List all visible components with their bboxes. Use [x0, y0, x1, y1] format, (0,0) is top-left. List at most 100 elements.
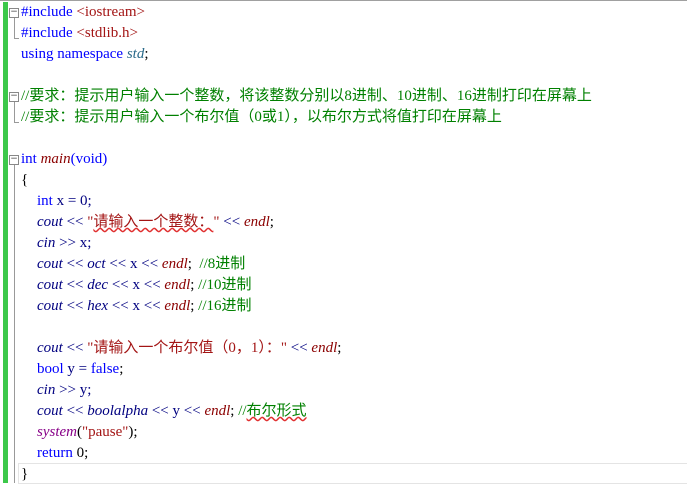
fold-collapse-icon[interactable]: − [9, 92, 19, 102]
code-token: cout [37, 256, 63, 272]
code-line[interactable]: cout << dec << x << endl; //10进制 [0, 275, 687, 296]
code-token: << [62, 214, 88, 230]
code-token: endl [204, 403, 231, 419]
code-token: << [62, 256, 88, 272]
code-line[interactable]: system("pause"); [0, 422, 687, 443]
code-text: { [21, 170, 28, 191]
code-token: bool [37, 361, 68, 377]
code-token: << x << [108, 277, 165, 293]
code-text: system("pause"); [37, 422, 138, 443]
code-text: //要求：提示用户输入一个整数，将该整数分别以8进制、10进制、16进制打印在屏… [21, 86, 592, 107]
code-token: boolalpha [87, 403, 149, 419]
code-token: << [62, 403, 88, 419]
code-text: return 0; [37, 443, 88, 464]
code-token: cin [37, 235, 56, 251]
code-line[interactable]: int x = 0; [0, 191, 687, 212]
code-token: #include [21, 4, 77, 20]
code-token: endl [161, 256, 188, 272]
code-text: cout << oct << x << endl; //8进制 [37, 254, 245, 275]
code-token: main [40, 151, 71, 167]
code-token: ; [230, 403, 239, 419]
code-token: cout [37, 340, 63, 356]
code-token: //要求：提示用户输入一个整数，将该整数分别以8进制、10进制、16进制打印在屏… [21, 88, 592, 104]
code-token: cout [37, 403, 63, 419]
code-line[interactable]: cout << "请输入一个整数：" << endl; [0, 212, 687, 233]
code-token: ; [119, 361, 124, 377]
code-token: // [238, 403, 247, 419]
code-line[interactable]: { [0, 170, 687, 191]
code-line[interactable]: cout << oct << x << endl; //8进制 [0, 254, 687, 275]
code-text: cout << dec << x << endl; //10进制 [37, 275, 252, 296]
code-line[interactable]: //要求：提示用户输入一个布尔值（0或1），以布尔方式将值打印在屏幕上 [0, 107, 687, 128]
code-text: cout << boolalpha << y << endl; //布尔形式 [37, 401, 307, 422]
code-token: << [62, 277, 88, 293]
code-line[interactable]: cin >> x; [0, 233, 687, 254]
code-token: endl [164, 298, 191, 314]
code-line[interactable] [0, 128, 687, 149]
code-token: cout [37, 277, 63, 293]
code-line[interactable]: } [0, 464, 687, 485]
code-token: std [126, 46, 145, 62]
code-text: cout << "请输入一个布尔值（0，1）：" << endl; [37, 338, 341, 359]
code-token: << y << [148, 403, 205, 419]
code-line[interactable]: using namespace std; [0, 44, 687, 65]
code-text: } [21, 464, 28, 485]
code-token: ; [144, 46, 149, 62]
fold-collapse-icon[interactable]: − [9, 155, 19, 165]
code-line[interactable]: return 0; [0, 443, 687, 464]
code-token: << x << [105, 256, 162, 272]
code-token: //16进制 [198, 298, 252, 314]
code-token: 布尔形式 [246, 403, 307, 419]
code-token: system [37, 424, 77, 440]
code-line[interactable]: #include <stdlib.h> [0, 23, 687, 44]
code-text: int main(void) [21, 149, 107, 170]
code-token: //10进制 [198, 277, 252, 293]
code-token: cout [37, 214, 63, 230]
code-token: //8进制 [199, 256, 246, 272]
code-token: { [21, 172, 29, 188]
code-token: ); [128, 424, 138, 440]
fold-collapse-icon[interactable]: − [9, 8, 19, 18]
code-text: //要求：提示用户输入一个布尔值（0或1），以布尔方式将值打印在屏幕上 [21, 107, 502, 128]
code-token: ; [190, 298, 199, 314]
code-line[interactable]: − int main(void) [0, 149, 687, 170]
code-line[interactable]: cout << "请输入一个布尔值（0，1）：" << endl; [0, 338, 687, 359]
code-token: <stdlib.h> [76, 25, 138, 41]
code-line[interactable] [0, 317, 687, 338]
code-token: endl [164, 277, 191, 293]
code-token: << [219, 214, 244, 230]
code-token: ; [190, 277, 199, 293]
code-token: y = [67, 361, 91, 377]
code-text: cin >> y; [37, 380, 91, 401]
code-token: oct [87, 256, 106, 272]
code-token: //要求：提示用户输入一个布尔值（0或1），以布尔方式将值打印在屏幕上 [21, 109, 502, 125]
code-token: int [21, 151, 41, 167]
code-line[interactable]: cout << boolalpha << y << endl; //布尔形式 [0, 401, 687, 422]
code-text: bool y = false; [37, 359, 123, 380]
code-token: x = 0; [56, 193, 92, 209]
code-text: cin >> x; [37, 233, 91, 254]
code-text: int x = 0; [37, 191, 92, 212]
code-token: (void) [70, 151, 108, 167]
code-token: << [287, 340, 312, 356]
code-token: >> y; [55, 382, 92, 398]
code-line[interactable]: −//要求：提示用户输入一个整数，将该整数分别以8进制、10进制、16进制打印在… [0, 86, 687, 107]
code-editor[interactable]: − #include <iostream> #include <stdlib.h> u… [0, 0, 687, 485]
code-text: #include <stdlib.h> [21, 23, 138, 44]
code-token: << x << [108, 298, 165, 314]
code-token: 请输入一个整数： [93, 214, 214, 230]
code-token: 0; [76, 445, 89, 461]
code-line[interactable]: cout << hex << x << endl; //16进制 [0, 296, 687, 317]
code-token: using namespace [21, 46, 127, 62]
code-token: return [37, 445, 77, 461]
code-line[interactable]: − #include <iostream> [0, 2, 687, 23]
code-text: cout << hex << x << endl; //16进制 [37, 296, 252, 317]
code-line[interactable]: bool y = false; [0, 359, 687, 380]
code-token: endl [311, 340, 338, 356]
code-token: <iostream> [76, 4, 145, 20]
code-line[interactable] [0, 65, 687, 86]
code-token: << [62, 298, 88, 314]
code-line[interactable]: cin >> y; [0, 380, 687, 401]
code-token: int [37, 193, 57, 209]
code-token: hex [87, 298, 109, 314]
